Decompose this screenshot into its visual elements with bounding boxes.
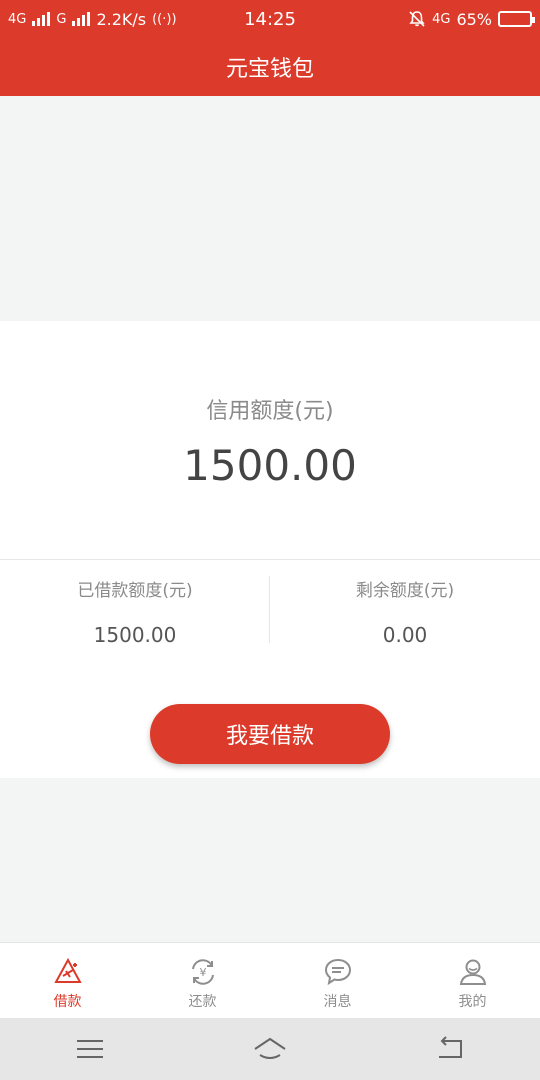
page-title: 元宝钱包 [225,57,314,82]
message-icon [324,958,351,986]
signal-icon [72,12,91,26]
remaining-label: 剩余额度(元) [355,581,455,601]
battery-percent: 65% [456,9,492,29]
battery-icon [498,11,535,27]
tab-label: 消息 [323,994,352,1010]
borrowed-label: 已借款额度(元) [77,581,193,601]
divider [0,559,540,560]
borrowed-value: 1500.00 [93,623,177,647]
svg-text:¥: ¥ [199,966,206,979]
borrowed-column: 已借款额度(元) 1500.00 [0,576,270,647]
tab-bar: 借款 ¥ 还款 消息 我的 [0,942,540,1018]
credit-label: 信用额度(元) [206,399,334,424]
borrow-button[interactable]: 我要借款 [150,704,390,764]
status-left: 4G G 2.2K/s ((·)) [8,10,177,29]
network-speed: 2.2K/s [96,9,147,29]
network-type-1: 4G [8,11,27,27]
status-right: 4G 65% [408,9,535,29]
tab-label: 借款 [53,994,82,1010]
mute-bell-icon [409,11,425,27]
tab-profile[interactable]: 我的 [405,943,540,1018]
home-icon[interactable] [253,1035,287,1063]
back-icon[interactable] [433,1035,467,1063]
profile-icon [459,959,486,985]
system-nav-bar [0,1018,540,1080]
borrow-icon [53,957,82,983]
signal-icon [32,12,51,26]
credit-card: 信用额度(元) 1500.00 已借款额度(元) 1500.00 剩余额度(元)… [0,321,540,778]
network-type-3: 4G [432,11,451,27]
tab-label: 还款 [188,994,217,1010]
credit-value: 1500.00 [183,441,357,490]
menu-icon[interactable] [73,1035,107,1063]
tab-repay[interactable]: ¥ 还款 [135,943,270,1018]
status-bar: 4G G 2.2K/s ((·)) 14:25 4G 65% [0,0,540,38]
app-header: 元宝钱包 [0,38,540,96]
network-type-2: G [56,11,67,27]
remaining-column: 剩余额度(元) 0.00 [270,576,540,647]
hotspot-icon: ((·)) [152,11,177,27]
tab-label: 我的 [458,994,487,1010]
tab-borrow[interactable]: 借款 [0,943,135,1018]
repay-icon: ¥ [191,959,214,985]
tab-messages[interactable]: 消息 [270,943,405,1018]
remaining-value: 0.00 [382,623,428,647]
